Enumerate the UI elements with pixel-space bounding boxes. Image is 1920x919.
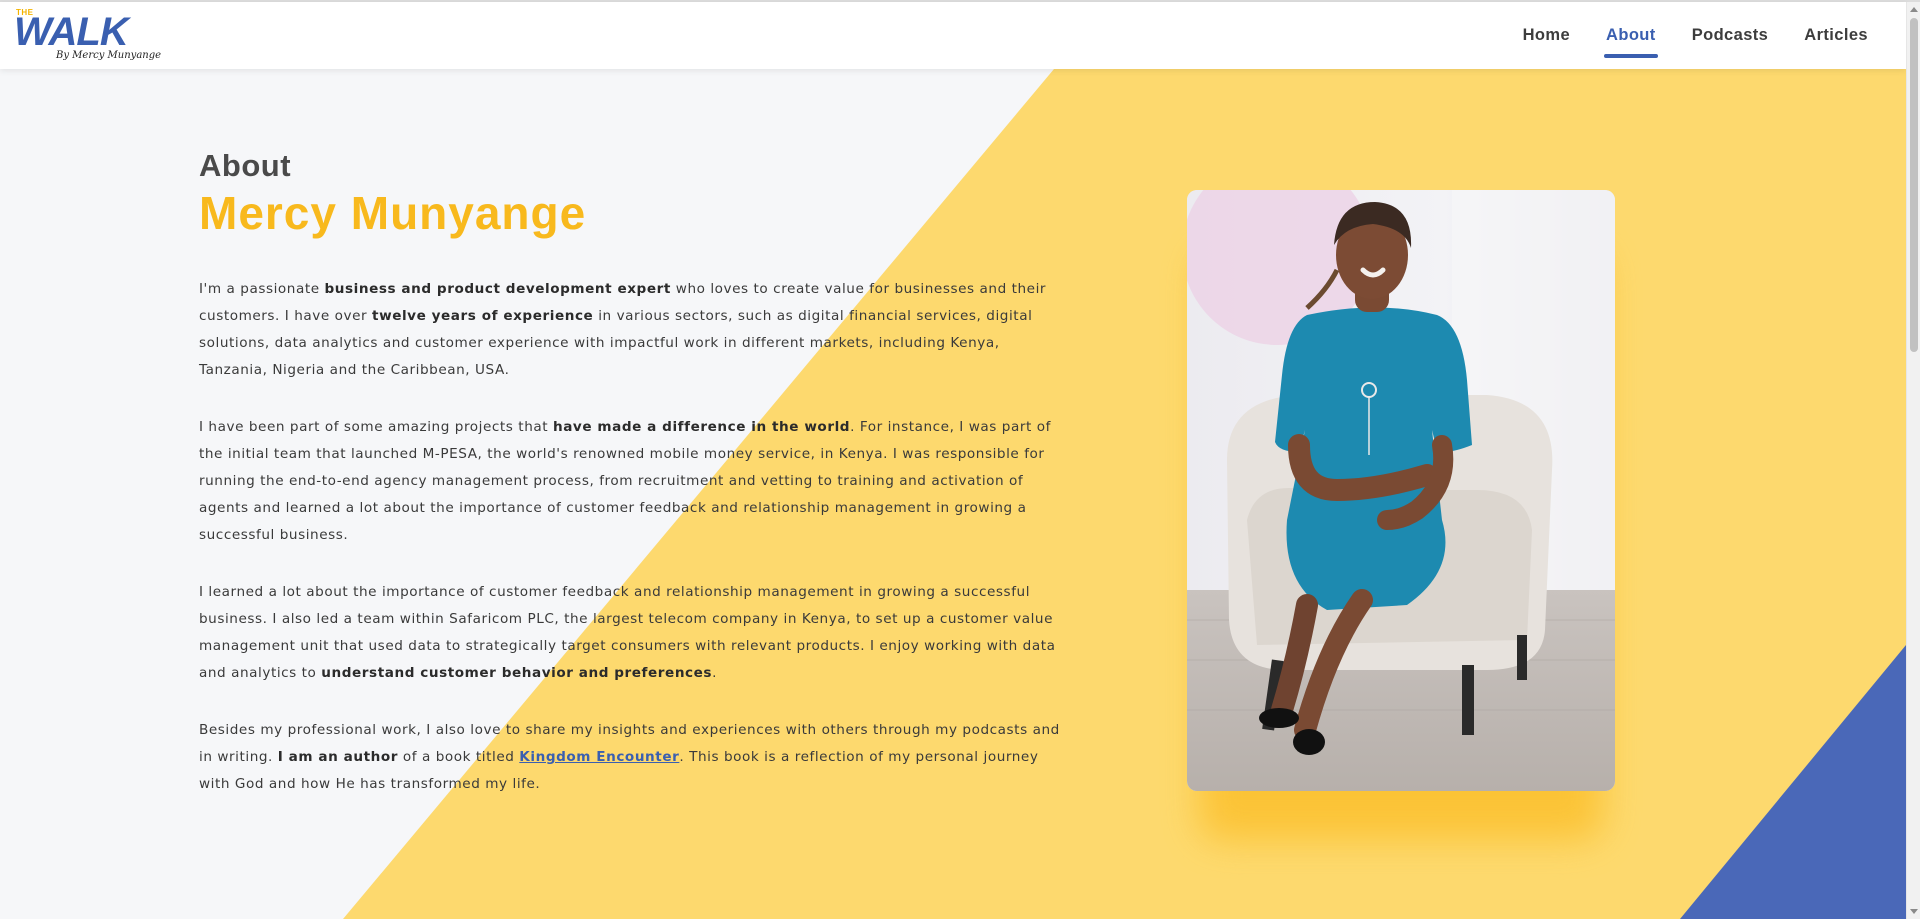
bio-paragraph-2: I have been part of some amazing project… <box>199 414 1069 549</box>
bold-run: I am an author <box>277 749 399 765</box>
text-run: of a book titled <box>398 749 520 765</box>
bio-paragraph-1: I'm a passionate business and product de… <box>199 276 1069 384</box>
logo-walk: WALK <box>14 10 129 54</box>
bold-run: have made a difference in the world <box>552 419 851 435</box>
page-title: Mercy Munyange <box>199 187 587 239</box>
bio-paragraph-4: Besides my professional work, I also lov… <box>199 717 1069 798</box>
site-header: THE WALK By Mercy Munyange Home About Po… <box>0 2 1906 69</box>
main-nav: Home About Podcasts Articles <box>1523 2 1868 69</box>
bold-run: business and product development expert <box>324 281 671 297</box>
nav-home[interactable]: Home <box>1523 20 1570 51</box>
bold-run: twelve years of experience <box>372 308 594 324</box>
text-run: I have been part of some amazing project… <box>199 419 553 435</box>
text-run: . <box>712 665 717 681</box>
nav-articles[interactable]: Articles <box>1804 20 1868 51</box>
nav-podcasts[interactable]: Podcasts <box>1692 20 1769 51</box>
portrait-card <box>1187 190 1615 840</box>
bold-run: understand customer behavior and prefere… <box>321 665 713 681</box>
scroll-down-arrow-icon[interactable] <box>1910 909 1918 914</box>
text-run: . For instance, I was part of the initia… <box>199 419 1051 543</box>
about-section: About Mercy Munyange I'm a passionate bu… <box>199 148 1069 798</box>
portrait-photo <box>1187 190 1615 791</box>
scrollbar-thumb[interactable] <box>1910 18 1918 352</box>
nav-about[interactable]: About <box>1604 20 1658 58</box>
text-run: I'm a passionate <box>199 281 325 297</box>
site-logo[interactable]: THE WALK By Mercy Munyange <box>14 6 161 68</box>
section-heading: About <box>199 148 292 183</box>
bio-paragraph-3: I learned a lot about the importance of … <box>199 579 1069 687</box>
logo-signature: By Mercy Munyange <box>56 50 162 61</box>
scroll-up-arrow-icon[interactable] <box>1910 7 1918 12</box>
book-link[interactable]: Kingdom Encounter <box>519 749 679 765</box>
page-scrollbar[interactable] <box>1906 2 1920 919</box>
